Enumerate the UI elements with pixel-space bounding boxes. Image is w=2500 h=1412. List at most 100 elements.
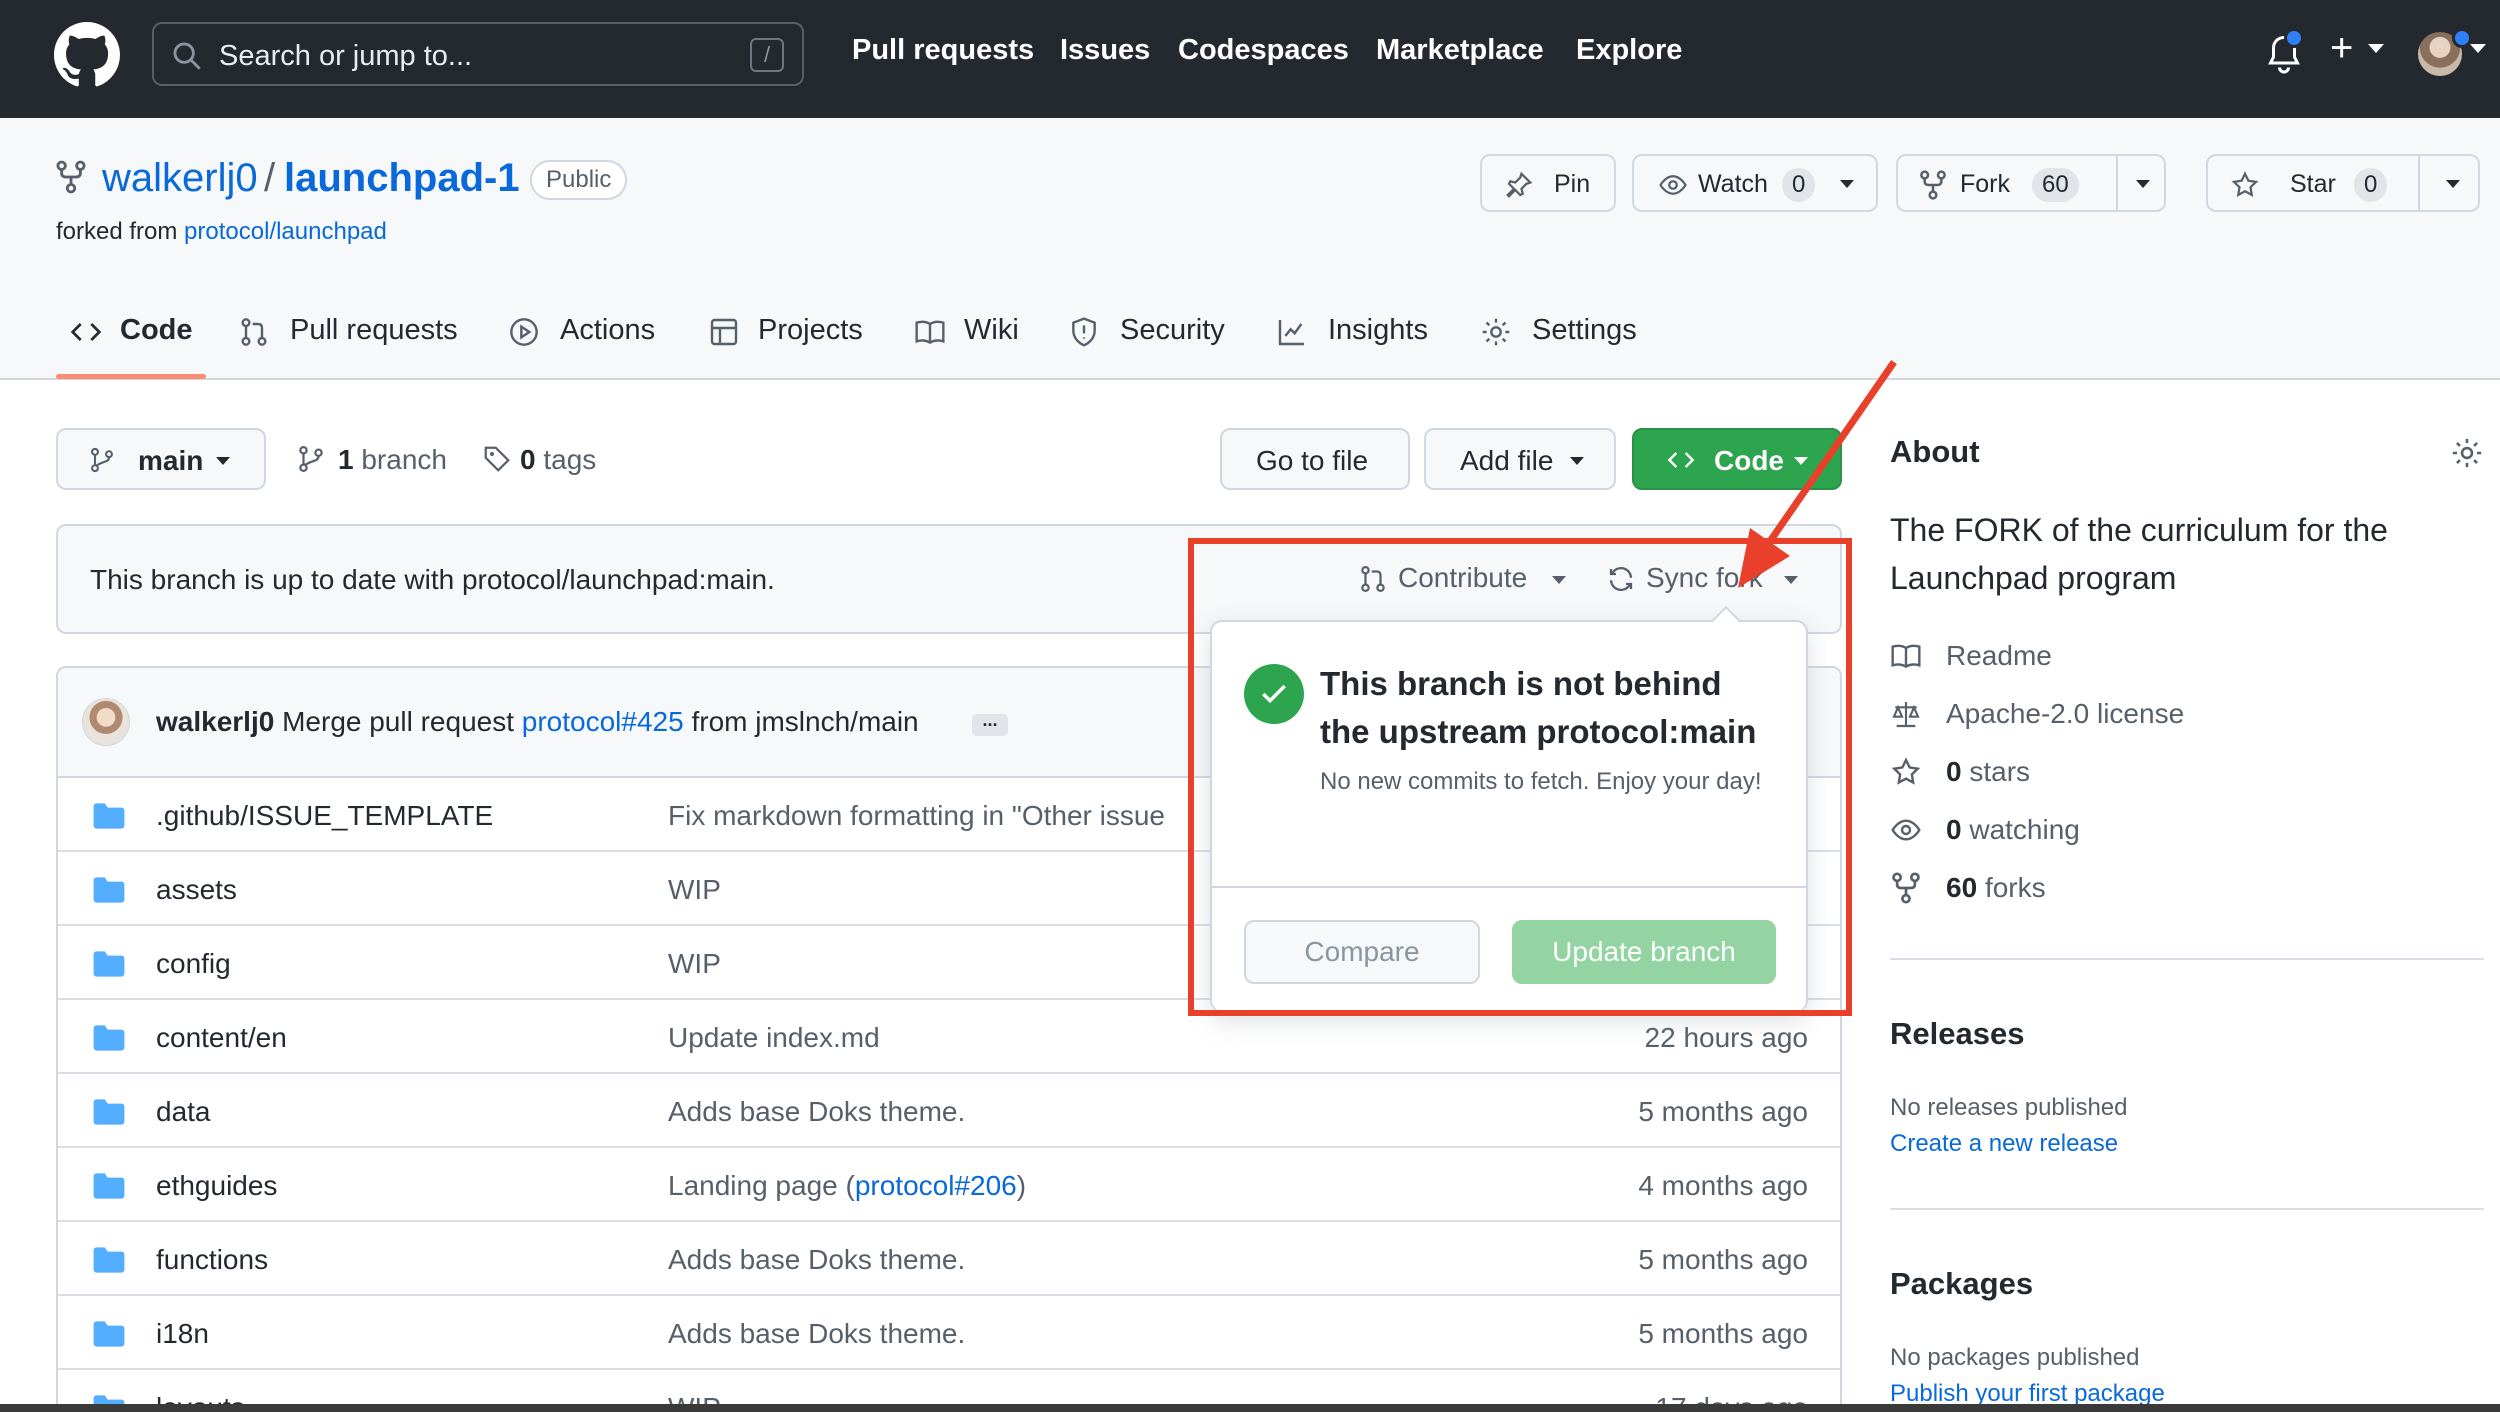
pin-button[interactable]: Pin bbox=[1480, 154, 1616, 212]
table-icon bbox=[710, 318, 738, 346]
table-row[interactable]: functions Adds base Doks theme. 5 months… bbox=[58, 1222, 1840, 1296]
watch-count: 0 bbox=[1782, 168, 1816, 202]
tab-security[interactable]: Security bbox=[1120, 314, 1225, 347]
folder-icon bbox=[93, 951, 125, 977]
file-name[interactable]: config bbox=[156, 948, 231, 980]
shield-icon bbox=[1072, 317, 1096, 347]
commit-author[interactable]: walkerlj0 bbox=[156, 706, 274, 737]
file-commit-message[interactable]: WIP bbox=[668, 948, 721, 980]
file-commit-message[interactable]: Update index.md bbox=[668, 1022, 880, 1054]
sidebar-divider bbox=[1890, 958, 2484, 960]
file-name[interactable]: content/en bbox=[156, 1022, 287, 1054]
branches-link[interactable]: 1 branch bbox=[338, 444, 447, 476]
tag-count: 0 bbox=[520, 444, 536, 475]
nav-marketplace[interactable]: Marketplace bbox=[1376, 34, 1544, 67]
nav-explore[interactable]: Explore bbox=[1576, 34, 1682, 67]
watch-label: Watch bbox=[1698, 170, 1768, 198]
plus-icon[interactable]: + bbox=[2330, 26, 2353, 71]
tab-wiki[interactable]: Wiki bbox=[964, 314, 1019, 347]
commit-expand-button[interactable]: ... bbox=[972, 711, 1008, 736]
branch-select-button[interactable]: main bbox=[56, 428, 266, 490]
file-name[interactable]: data bbox=[156, 1096, 211, 1128]
tab-pull-requests[interactable]: Pull requests bbox=[290, 314, 458, 347]
tab-code[interactable]: Code bbox=[120, 314, 193, 347]
file-commit-message[interactable]: WIP bbox=[668, 874, 721, 906]
folder-icon bbox=[93, 1025, 125, 1051]
commit-pr-link[interactable]: protocol#425 bbox=[522, 706, 684, 737]
tab-actions[interactable]: Actions bbox=[560, 314, 655, 347]
git-branch-icon bbox=[299, 446, 323, 472]
watch-button[interactable]: Watch 0 bbox=[1632, 154, 1878, 212]
forked-source-link[interactable]: protocol/launchpad bbox=[184, 218, 387, 245]
stars-link[interactable]: 0 stars bbox=[1946, 756, 2030, 788]
chevron-down-icon[interactable] bbox=[2446, 180, 2460, 188]
commit-author-avatar[interactable] bbox=[82, 698, 130, 746]
file-name[interactable]: i18n bbox=[156, 1318, 209, 1350]
create-release-link[interactable]: Create a new release bbox=[1890, 1130, 2118, 1158]
file-name[interactable]: .github/ISSUE_TEMPLATE bbox=[156, 800, 493, 832]
table-row[interactable]: i18n Adds base Doks theme. 5 months ago bbox=[58, 1296, 1840, 1370]
tab-projects[interactable]: Projects bbox=[758, 314, 863, 347]
file-age: 22 hours ago bbox=[1644, 1022, 1808, 1053]
repo-forked-icon bbox=[1920, 170, 1946, 200]
releases-heading[interactable]: Releases bbox=[1890, 1016, 2024, 1052]
commit-message: walkerlj0 Merge pull request protocol#42… bbox=[156, 706, 919, 738]
file-commit-message[interactable]: Fix markdown formatting in "Other issue bbox=[668, 800, 1165, 832]
stars-count: 0 bbox=[1946, 756, 1962, 787]
star-icon bbox=[1891, 757, 1921, 785]
add-file-label: Add file bbox=[1460, 445, 1554, 476]
folder-icon bbox=[93, 1173, 125, 1199]
file-commit-message-prefix[interactable]: Landing page ( bbox=[668, 1170, 855, 1201]
tags-link[interactable]: 0 tags bbox=[520, 444, 596, 476]
file-commit-message: Landing page (protocol#206) bbox=[668, 1170, 1026, 1202]
global-header: Search or jump to... / Pull requests Iss… bbox=[0, 0, 2500, 118]
file-name[interactable]: functions bbox=[156, 1244, 268, 1276]
star-button[interactable]: Star 0 bbox=[2206, 154, 2480, 212]
nav-codespaces[interactable]: Codespaces bbox=[1178, 34, 1349, 67]
readme-link[interactable]: Readme bbox=[1946, 640, 2052, 672]
file-commit-message[interactable]: Adds base Doks theme. bbox=[668, 1096, 965, 1128]
chevron-down-icon[interactable] bbox=[2368, 44, 2384, 53]
file-name[interactable]: ethguides bbox=[156, 1170, 277, 1202]
pin-label: Pin bbox=[1554, 170, 1591, 198]
folder-icon bbox=[93, 1247, 125, 1273]
table-row[interactable]: ethguides Landing page (protocol#206) 4 … bbox=[58, 1148, 1840, 1222]
code-icon bbox=[1667, 452, 1695, 468]
book-icon bbox=[915, 320, 945, 345]
active-tab-indicator bbox=[56, 374, 206, 379]
nav-pull-requests[interactable]: Pull requests bbox=[852, 34, 1034, 67]
chevron-down-icon[interactable] bbox=[2136, 180, 2150, 188]
go-to-file-button[interactable]: Go to file bbox=[1220, 428, 1410, 490]
file-name[interactable]: assets bbox=[156, 874, 237, 906]
fork-label: Fork bbox=[1960, 170, 2010, 198]
chevron-down-icon[interactable] bbox=[2470, 44, 2486, 53]
tab-insights[interactable]: Insights bbox=[1328, 314, 1428, 347]
eye-icon bbox=[1891, 819, 1921, 841]
file-age: 5 months ago bbox=[1638, 1244, 1808, 1275]
tab-settings[interactable]: Settings bbox=[1532, 314, 1637, 347]
search-input[interactable]: Search or jump to... / bbox=[152, 22, 804, 86]
commit-pr-link[interactable]: protocol#206 bbox=[855, 1170, 1017, 1201]
repo-owner-link[interactable]: walkerlj0 bbox=[102, 156, 258, 201]
forks-link[interactable]: 60 forks bbox=[1946, 872, 2046, 904]
packages-heading[interactable]: Packages bbox=[1890, 1266, 2033, 1302]
repo-description: The FORK of the curriculum for the Launc… bbox=[1890, 512, 2388, 596]
file-commit-message[interactable]: Adds base Doks theme. bbox=[668, 1318, 965, 1350]
file-age: 4 months ago bbox=[1638, 1170, 1808, 1201]
nav-issues[interactable]: Issues bbox=[1060, 34, 1150, 67]
branch-status-text: This branch is up to date with protocol/… bbox=[90, 564, 775, 595]
add-file-button[interactable]: Add file bbox=[1424, 428, 1616, 490]
file-commit-message[interactable]: Adds base Doks theme. bbox=[668, 1244, 965, 1276]
repo-name-link[interactable]: launchpad-1 bbox=[284, 156, 520, 201]
star-count: 0 bbox=[2354, 168, 2388, 202]
gear-icon[interactable] bbox=[2450, 436, 2484, 470]
file-commit-message-suffix[interactable]: ) bbox=[1017, 1170, 1026, 1201]
watching-link[interactable]: 0 watching bbox=[1946, 814, 2080, 846]
eye-icon bbox=[1659, 175, 1687, 195]
fork-button[interactable]: Fork 60 bbox=[1896, 154, 2166, 212]
branch-name: main bbox=[138, 445, 204, 476]
table-row[interactable]: data Adds base Doks theme. 5 months ago bbox=[58, 1074, 1840, 1148]
fork-count: 60 bbox=[2032, 168, 2079, 202]
github-logo-icon[interactable] bbox=[54, 22, 120, 88]
license-link[interactable]: Apache-2.0 license bbox=[1946, 698, 2184, 730]
